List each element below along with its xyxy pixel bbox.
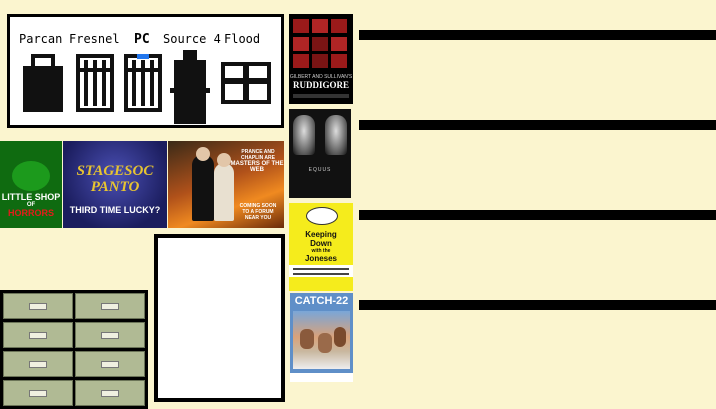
label-fresnel: Fresnel [69,32,120,46]
cabinet-drawer[interactable] [3,351,73,377]
poster-little-shop[interactable]: LITTLE SHOP OF HORRORS [0,141,62,228]
pc-lamp-icon[interactable] [124,54,162,112]
keeping-line4: Joneses [304,254,338,263]
equus-title: EQUUS [308,167,332,173]
source4-lamp-icon[interactable] [170,50,210,124]
cabinet-drawer[interactable] [3,380,73,406]
keeping-line1: Keeping [305,230,337,239]
lantern-palette: Parcan Fresnel PC Source 4 Flood [7,14,284,128]
cabinet-drawer[interactable] [75,380,145,406]
cabinet-drawer[interactable] [3,322,73,348]
label-source4: Source 4 [163,32,221,46]
poster-third-time-lucky[interactable]: STAGESOC PANTO THIRD TIME LUCKY? [63,141,167,228]
cabinet-drawer[interactable] [75,322,145,348]
masters-line1: PRANCE AND CHAPLIN ARE [241,149,275,161]
masters-line5: NEAR YOU [244,215,272,221]
label-flood: Flood [224,32,261,46]
poster-keeping-down[interactable]: Keeping Down with the Joneses [289,203,353,291]
ruddigore-title: RUDDIGORE [292,80,349,90]
poster-ruddigore[interactable]: GILBERT AND SULLIVAN'S RUDDIGORE [289,14,353,104]
filing-cabinet [0,290,148,409]
divider-bar [359,210,716,220]
label-pc: PC [134,32,150,47]
catch22-title: CATCH-22 [294,295,349,307]
divider-bar [359,30,716,40]
third-time-title: STAGESOC PANTO [76,163,154,195]
cabinet-drawer[interactable] [75,351,145,377]
little-shop-line3: HORRORS [7,208,54,218]
flood-lamp-icon[interactable] [221,62,271,104]
cabinet-drawer[interactable] [3,293,73,319]
fresnel-lamp-icon[interactable] [76,54,114,112]
divider-bar [359,120,716,130]
blank-panel[interactable] [154,234,285,402]
cabinet-drawer[interactable] [75,293,145,319]
masters-line2: MASTERS OF THE WEB [230,161,284,173]
little-shop-line1: LITTLE SHOP [1,192,61,202]
poster-equus[interactable]: EQUUS [289,109,351,198]
label-parcan: Parcan [19,32,63,46]
third-time-sub: THIRD TIME LUCKY? [69,205,161,215]
divider-bar [359,300,716,310]
parcan-lamp-icon[interactable] [23,54,63,112]
keeping-line2: Down [310,239,332,248]
poster-catch22[interactable]: CATCH-22 [290,293,353,382]
poster-masters-of-the-web[interactable]: PRANCE AND CHAPLIN ARE MASTERS OF THE WE… [168,141,284,228]
